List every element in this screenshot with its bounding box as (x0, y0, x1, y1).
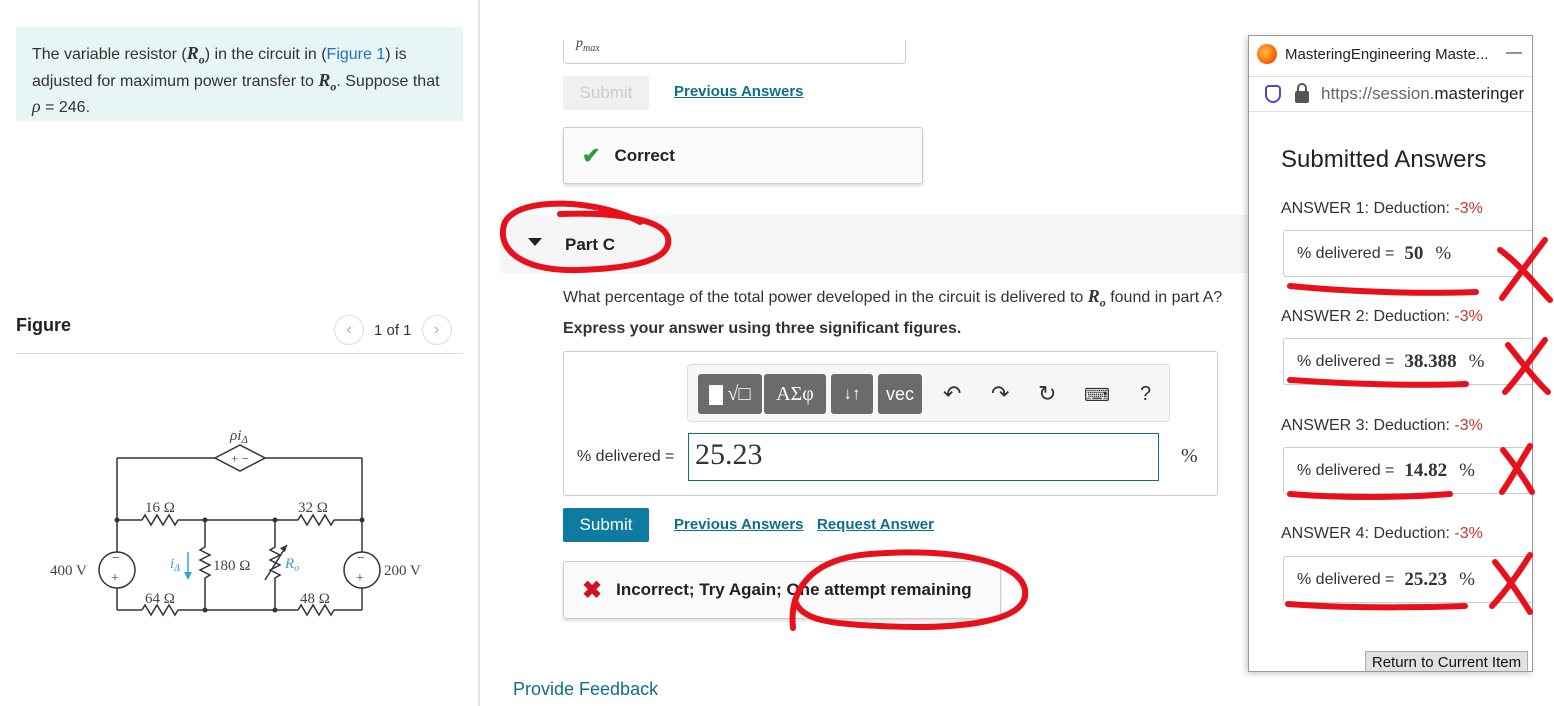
var-rho: ρ (32, 96, 41, 117)
correct-feedback: ✔ Correct (563, 127, 923, 184)
reset-icon[interactable]: ↻ (1038, 381, 1056, 407)
subscript-superscript-button[interactable]: ↓↑ (831, 374, 873, 414)
svg-text:−: − (357, 551, 365, 566)
figure-header: Figure ‹ 1 of 1 › (16, 310, 463, 354)
keyboard-icon[interactable]: ⌨ (1084, 385, 1110, 406)
var-r-q: Ro (1087, 286, 1106, 310)
answer-4-label: ANSWER 4: Deduction: -3% (1281, 525, 1483, 542)
next-figure-button[interactable]: › (421, 315, 452, 345)
answer-1-label: ANSWER 1: Deduction: -3% (1281, 200, 1483, 217)
previous-answers-link[interactable]: Previous Answers (674, 516, 804, 533)
percent-delivered-input[interactable]: 25.23 (688, 433, 1159, 481)
svg-text:ρiΔ: ρiΔ (229, 428, 248, 446)
x-mark-icon: ✖ (582, 576, 603, 604)
firefox-icon (1257, 44, 1277, 64)
answer-1-box: % delivered = 50% (1283, 230, 1532, 277)
greek-symbols-button[interactable]: ΑΣφ (764, 374, 826, 414)
svg-text:+: + (111, 571, 119, 586)
dep-source-label: ρi (229, 428, 241, 444)
shield-icon (1265, 85, 1281, 103)
part-c-question: What percentage of the total power devel… (563, 286, 1223, 310)
window-title: MasteringEngineering Maste... (1285, 45, 1489, 63)
submitted-answers-heading: Submitted Answers (1281, 146, 1487, 173)
undo-icon[interactable]: ↶ (943, 381, 961, 407)
svg-text:iΔ: iΔ (170, 556, 180, 574)
help-icon[interactable]: ? (1140, 383, 1151, 406)
field-label: % delivered = (577, 448, 675, 465)
answer-4-box: % delivered = 25.23% (1283, 556, 1532, 603)
chevron-left-icon: ‹ (346, 321, 352, 338)
r48-label: 48 Ω (300, 591, 330, 607)
unit-label: % (1181, 445, 1198, 467)
r180-label: 180 Ω (213, 558, 250, 574)
v400-label: 400 V (50, 563, 87, 579)
correct-text: Correct (614, 145, 675, 165)
r32-label: 32 Ω (298, 500, 328, 516)
pmax-answer-field (563, 40, 906, 64)
part-c-label[interactable]: Part C (565, 235, 615, 255)
window-titlebar[interactable]: MasteringEngineering Maste... — (1249, 36, 1532, 72)
svg-text:Ro: Ro (284, 556, 299, 574)
incorrect-text: Incorrect; Try Again; One attempt remain… (616, 580, 972, 599)
r64-label: 64 Ω (145, 591, 175, 607)
redo-icon[interactable]: ↷ (991, 381, 1009, 407)
url-bar[interactable]: https://session. masteringer (1249, 76, 1532, 112)
svg-text:+: + (356, 571, 364, 586)
pmax-label: pmax (576, 36, 600, 54)
prev-figure-button[interactable]: ‹ (334, 315, 364, 345)
pager-text: 1 of 1 (374, 321, 412, 339)
answer-3-label: ANSWER 3: Deduction: -3% (1281, 417, 1483, 434)
request-answer-link[interactable]: Request Answer (817, 516, 934, 533)
check-icon: ✔ (582, 142, 601, 168)
figure-title: Figure (16, 315, 72, 335)
chevron-right-icon: › (433, 321, 440, 338)
pane-divider[interactable] (478, 0, 480, 706)
submit-button[interactable]: Submit (563, 508, 649, 542)
minimize-button[interactable]: — (1506, 44, 1522, 62)
templates-icon: √□ (709, 383, 751, 406)
part-b-previous-answers-link[interactable]: Previous Answers (674, 83, 804, 100)
figure-pager: ‹ 1 of 1 › (334, 315, 452, 345)
answer-2-box: % delivered = 38.388% (1283, 338, 1532, 385)
var-r-2: Ro (318, 69, 337, 94)
submitted-answers-window: MasteringEngineering Maste... — https://… (1248, 35, 1533, 672)
templates-button[interactable]: √□ (698, 374, 762, 414)
caret-down-icon[interactable] (528, 238, 542, 246)
provide-feedback-link[interactable]: Provide Feedback (513, 679, 658, 700)
part-c-instruction: Express your answer using three signific… (563, 320, 962, 337)
var-r: Ro (186, 43, 205, 67)
lock-icon (1295, 83, 1309, 103)
figure-link[interactable]: Figure 1 (327, 46, 386, 63)
svg-text:−: − (112, 551, 120, 566)
part-b-submit-button[interactable]: Submit (563, 76, 649, 110)
answer-3-box: % delivered = 14.82% (1283, 447, 1532, 494)
v200-label: 200 V (384, 563, 421, 579)
problem-statement: The variable resistor (Ro) in the circui… (16, 27, 463, 121)
vector-button[interactable]: vec (878, 374, 922, 414)
math-toolbar: √□ ΑΣφ ↓↑ vec ↶ ↷ ↻ ⌨ ? (687, 364, 1170, 422)
incorrect-feedback: ✖ Incorrect; Try Again; One attempt rema… (563, 561, 1001, 619)
circuit-diagram: ρiΔ + − − + − + 400 V 200 V 16 Ω 32 Ω 64… (50, 428, 421, 617)
ro-label: R (284, 556, 294, 572)
answer-2-label: ANSWER 2: Deduction: -3% (1281, 308, 1483, 325)
return-to-current-item-button[interactable]: Return to Current Item (1365, 651, 1528, 671)
r16-label: 16 Ω (145, 500, 175, 516)
svg-text:+ −: + − (231, 451, 249, 466)
